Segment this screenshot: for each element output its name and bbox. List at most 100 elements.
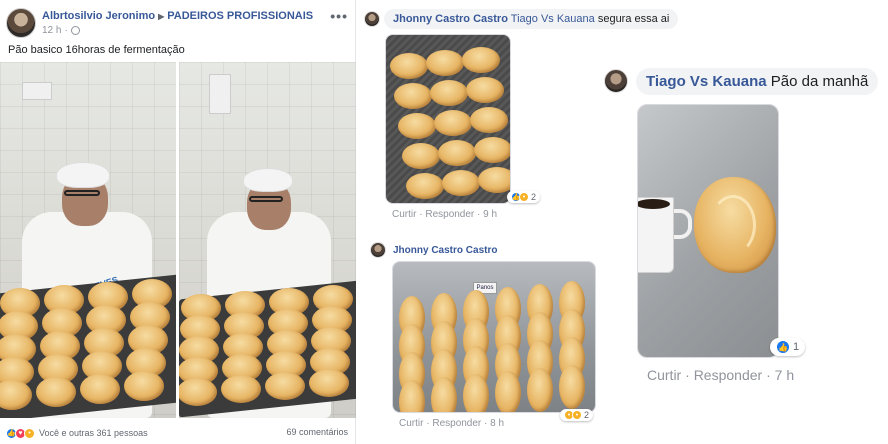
comment-2-photo[interactable]: Panos (392, 261, 596, 413)
comment-bubble: Jhonny Castro Castro Tiago Vs Kauana seg… (384, 9, 679, 29)
comment-time[interactable]: 7 h (775, 367, 794, 383)
post-meta: 12 h · (42, 25, 80, 36)
bread-roll (438, 140, 476, 166)
wow-icon: • (572, 410, 582, 420)
hair-net (56, 162, 110, 188)
dot-separator: · (64, 25, 68, 36)
commenter-name[interactable]: Jhonny Castro Castro (393, 13, 508, 25)
bread-roll (431, 377, 457, 412)
like-icon: 👍 (776, 340, 790, 354)
comment-3-reactions[interactable]: 👍 1 (770, 338, 806, 356)
post-header: Albrtosilvio Jeronimo ▶ PADEIROS PROFISSIO… (6, 8, 352, 40)
comment-1: Jhonny Castro Castro Tiago Vs Kauana seg… (364, 8, 679, 30)
commenter-avatar[interactable] (604, 69, 628, 93)
bread-roll (527, 368, 553, 412)
comment-time[interactable]: 9 h (483, 209, 497, 220)
commenter-name[interactable]: Jhonny Castro Castro (393, 245, 497, 256)
author-avatar[interactable] (6, 8, 36, 38)
comment-2-actions: Curtir · Responder · 8 h (399, 418, 504, 429)
bread-roll (221, 375, 261, 403)
post-reactions-bar: 👍 ♥ • Você e outras 361 pessoas 69 comen… (6, 425, 352, 441)
bread-score (710, 195, 756, 255)
reply-link[interactable]: Responder (694, 367, 763, 383)
bread-roll (474, 137, 510, 163)
bread-roll (402, 143, 440, 169)
bread-roll (406, 173, 444, 199)
bread-roll (394, 83, 432, 109)
comment-3: Tiago Vs Kauana Pão da manhã (604, 66, 879, 96)
comment-time[interactable]: 8 h (490, 418, 504, 429)
wall-dispenser (22, 82, 52, 100)
author-name[interactable]: Albrtosilvio Jeronimo (42, 10, 155, 22)
comment-2: Jhonny Castro Castro (370, 240, 497, 260)
comment-3-photo[interactable] (637, 104, 779, 358)
reply-link[interactable]: Responder (425, 209, 474, 220)
dot-separator: · (481, 418, 491, 429)
dot-separator: · (762, 367, 775, 383)
bread-roll (36, 377, 76, 407)
commenter-avatar[interactable] (370, 242, 386, 258)
mug-handle (674, 209, 692, 239)
wall-dispenser (209, 74, 231, 114)
post-photo-grid: NEVES (0, 62, 356, 420)
feed-post: Albrtosilvio Jeronimo ▶ PADEIROS PROFISSIO… (0, 0, 356, 444)
caret-right-icon: ▶ (158, 12, 165, 21)
like-link[interactable]: Curtir (399, 418, 423, 429)
dot-separator: · (416, 209, 426, 220)
coffee (638, 199, 670, 209)
glasses (64, 190, 100, 196)
reaction-count: 2 (531, 192, 537, 202)
bread-roll (390, 53, 428, 79)
more-options-button[interactable]: ••• (330, 8, 348, 24)
bread-roll (470, 107, 508, 133)
comment-1-reactions[interactable]: 👍 • 2 (507, 191, 541, 203)
reply-link[interactable]: Responder (432, 418, 481, 429)
comment-1-photo[interactable] (385, 34, 511, 204)
dot-separator: · (681, 367, 694, 383)
bread-roll (430, 80, 468, 106)
reactions-summary[interactable]: Você e outras 361 pessoas (39, 428, 148, 438)
bread-roll (426, 50, 464, 76)
post-time[interactable]: 12 h (42, 25, 61, 36)
bread-roll (442, 170, 480, 196)
glasses (249, 196, 283, 202)
comment-3-actions: Curtir · Responder · 7 h (647, 367, 794, 383)
screenshot-root: Albrtosilvio Jeronimo ▶ PADEIROS PROFISSIO… (0, 0, 888, 444)
group-name[interactable]: PADEIROS PROFISSIONAIS (167, 10, 313, 22)
wow-icon: • (519, 192, 529, 202)
like-link[interactable]: Curtir (392, 209, 416, 220)
wow-icon[interactable]: • (24, 427, 35, 439)
reaction-count: 2 (584, 410, 590, 420)
bread-roll (466, 77, 504, 103)
bread-roll (434, 110, 472, 136)
post-caption: Pão basico 16horas de fermentação (8, 44, 185, 56)
comment-bubble: Tiago Vs Kauana Pão da manhã (636, 67, 879, 95)
bread-roll (80, 374, 120, 404)
reaction-count: 1 (793, 341, 800, 353)
commenter-avatar[interactable] (364, 11, 380, 27)
hair-net (243, 168, 293, 192)
comment-2-reactions[interactable]: • • 2 (560, 409, 594, 421)
bread-roll (398, 113, 436, 139)
comments-count-link[interactable]: 69 comentários (286, 427, 348, 437)
comment-text: Pão da manhã (770, 72, 869, 90)
bread-roll (265, 372, 305, 400)
mention-link[interactable]: Tiago Vs Kauana (511, 13, 595, 25)
bread-roll (559, 365, 585, 409)
bread-roll (478, 167, 510, 193)
dot-separator: · (423, 418, 433, 429)
globe-icon (70, 26, 80, 35)
comment-text: segura essa ai (597, 13, 670, 25)
author-line: Albrtosilvio Jeronimo ▶ PADEIROS PROFISSIO… (42, 10, 313, 22)
comment-1-actions: Curtir · Responder · 9 h (392, 209, 497, 220)
dot-separator: · (474, 209, 484, 220)
bread-roll (309, 369, 349, 397)
like-link[interactable]: Curtir (647, 367, 681, 383)
bread-roll (495, 371, 521, 412)
bread-roll (462, 47, 500, 73)
post-photo-1[interactable]: NEVES (0, 62, 176, 418)
bread-roll (124, 371, 164, 401)
commenter-name[interactable]: Tiago Vs Kauana (646, 73, 767, 90)
bread-roll (463, 374, 489, 412)
post-photo-2[interactable] (179, 62, 356, 418)
